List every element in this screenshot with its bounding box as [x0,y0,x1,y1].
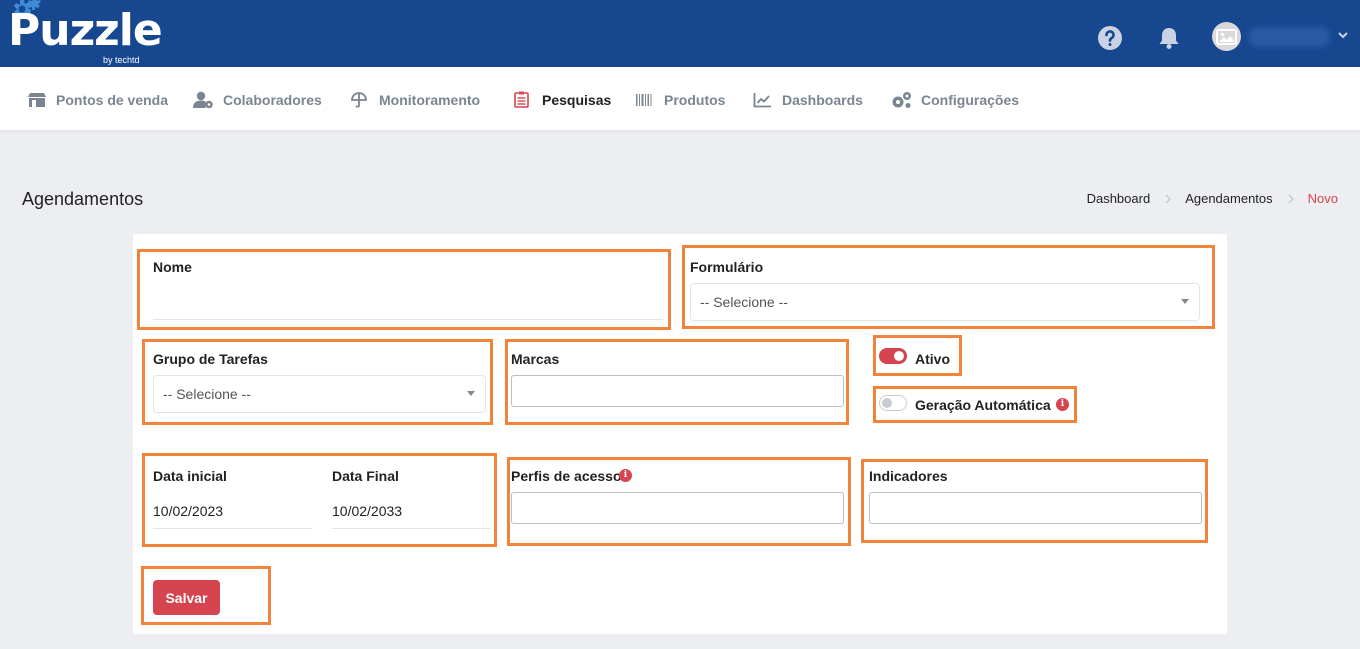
nav-label: Monitoramento [379,92,481,108]
info-icon[interactable]: i [1056,398,1069,411]
top-header: Puzzle by techtd [0,0,1360,67]
nav-label: Configurações [921,92,1020,108]
ativo-label: Ativo [915,351,950,367]
nav-item-produtos[interactable]: Produtos [635,91,725,109]
chevron-right-icon [1288,194,1294,203]
barcode-icon [636,94,652,106]
help-icon[interactable] [1097,25,1123,51]
gears-icon [892,92,911,108]
nome-label: Nome [153,259,192,275]
breadcrumb: Dashboard Agendamentos Novo [1087,191,1338,206]
nav-label: Colaboradores [223,92,322,108]
nav-item-dashboards[interactable]: Dashboards [753,91,863,109]
nav-item-colaboradores[interactable]: Colaboradores [193,91,322,109]
nav-item-configuracoes[interactable]: Configurações [891,91,1019,109]
page-title: Agendamentos [22,189,144,209]
formulario-select[interactable]: -- Selecione -- [690,283,1200,321]
perfis-acesso-label: Perfis de acesso [511,468,622,484]
breadcrumb-agendamentos[interactable]: Agendamentos [1185,191,1272,206]
store-icon [28,93,46,107]
grupo-tarefas-select[interactable]: -- Selecione -- [153,375,486,413]
data-final-label: Data Final [332,468,399,484]
geracao-automatica-toggle[interactable] [879,395,907,411]
logo-wordmark: Puzzle [8,5,163,56]
main-nav: Pontos de venda Colaboradores Monitorame… [0,67,1360,130]
marcas-label: Marcas [511,351,560,367]
logo-tagline: by techtd [103,55,140,65]
grupo-tarefas-label: Grupo de Tarefas [153,351,268,367]
bell-icon[interactable] [1156,25,1182,51]
geracao-automatica-label: Geração Automática [915,397,1051,413]
breadcrumb-current: Novo [1307,191,1338,206]
nav-item-pesquisas[interactable]: Pesquisas [513,91,611,109]
data-inicial-label: Data inicial [153,468,227,484]
formulario-label: Formulário [690,259,764,275]
indicadores-label: Indicadores [869,468,948,484]
ativo-toggle[interactable] [879,348,907,364]
nome-input[interactable] [153,288,663,320]
chart-line-icon [753,93,771,108]
info-icon[interactable]: i [619,469,632,482]
caret-down-icon [467,391,475,396]
save-button[interactable]: Salvar [153,580,220,615]
caret-down-icon [1181,299,1189,304]
breadcrumb-dashboard[interactable]: Dashboard [1087,191,1151,206]
nav-label: Dashboards [782,92,863,108]
user-avatar[interactable] [1212,22,1241,51]
indicadores-input[interactable] [869,492,1202,524]
formulario-selected: -- Selecione -- [700,294,788,310]
nav-item-pontos-de-venda[interactable]: Pontos de venda [27,91,168,109]
chevron-right-icon [1165,194,1171,203]
nav-label: Pesquisas [542,92,612,108]
nav-label: Pontos de venda [56,92,169,108]
clipboard-list-icon [514,91,529,108]
image-placeholder-icon [1216,29,1237,45]
user-name-redacted[interactable] [1248,27,1330,47]
puzzle-logo[interactable]: Puzzle by techtd [8,0,163,66]
data-inicial-input[interactable]: 10/02/2023 [153,503,312,529]
grupo-tarefas-selected: -- Selecione -- [163,386,251,402]
nav-label: Produtos [664,92,726,108]
data-final-input[interactable]: 10/02/2033 [332,503,491,529]
perfis-acesso-input[interactable] [511,492,844,524]
user-gear-icon [193,91,213,109]
marcas-input[interactable] [511,375,844,407]
chevron-down-icon[interactable] [1337,30,1349,40]
nav-item-monitoramento[interactable]: Monitoramento [350,91,480,109]
umbrella-icon [351,92,367,108]
